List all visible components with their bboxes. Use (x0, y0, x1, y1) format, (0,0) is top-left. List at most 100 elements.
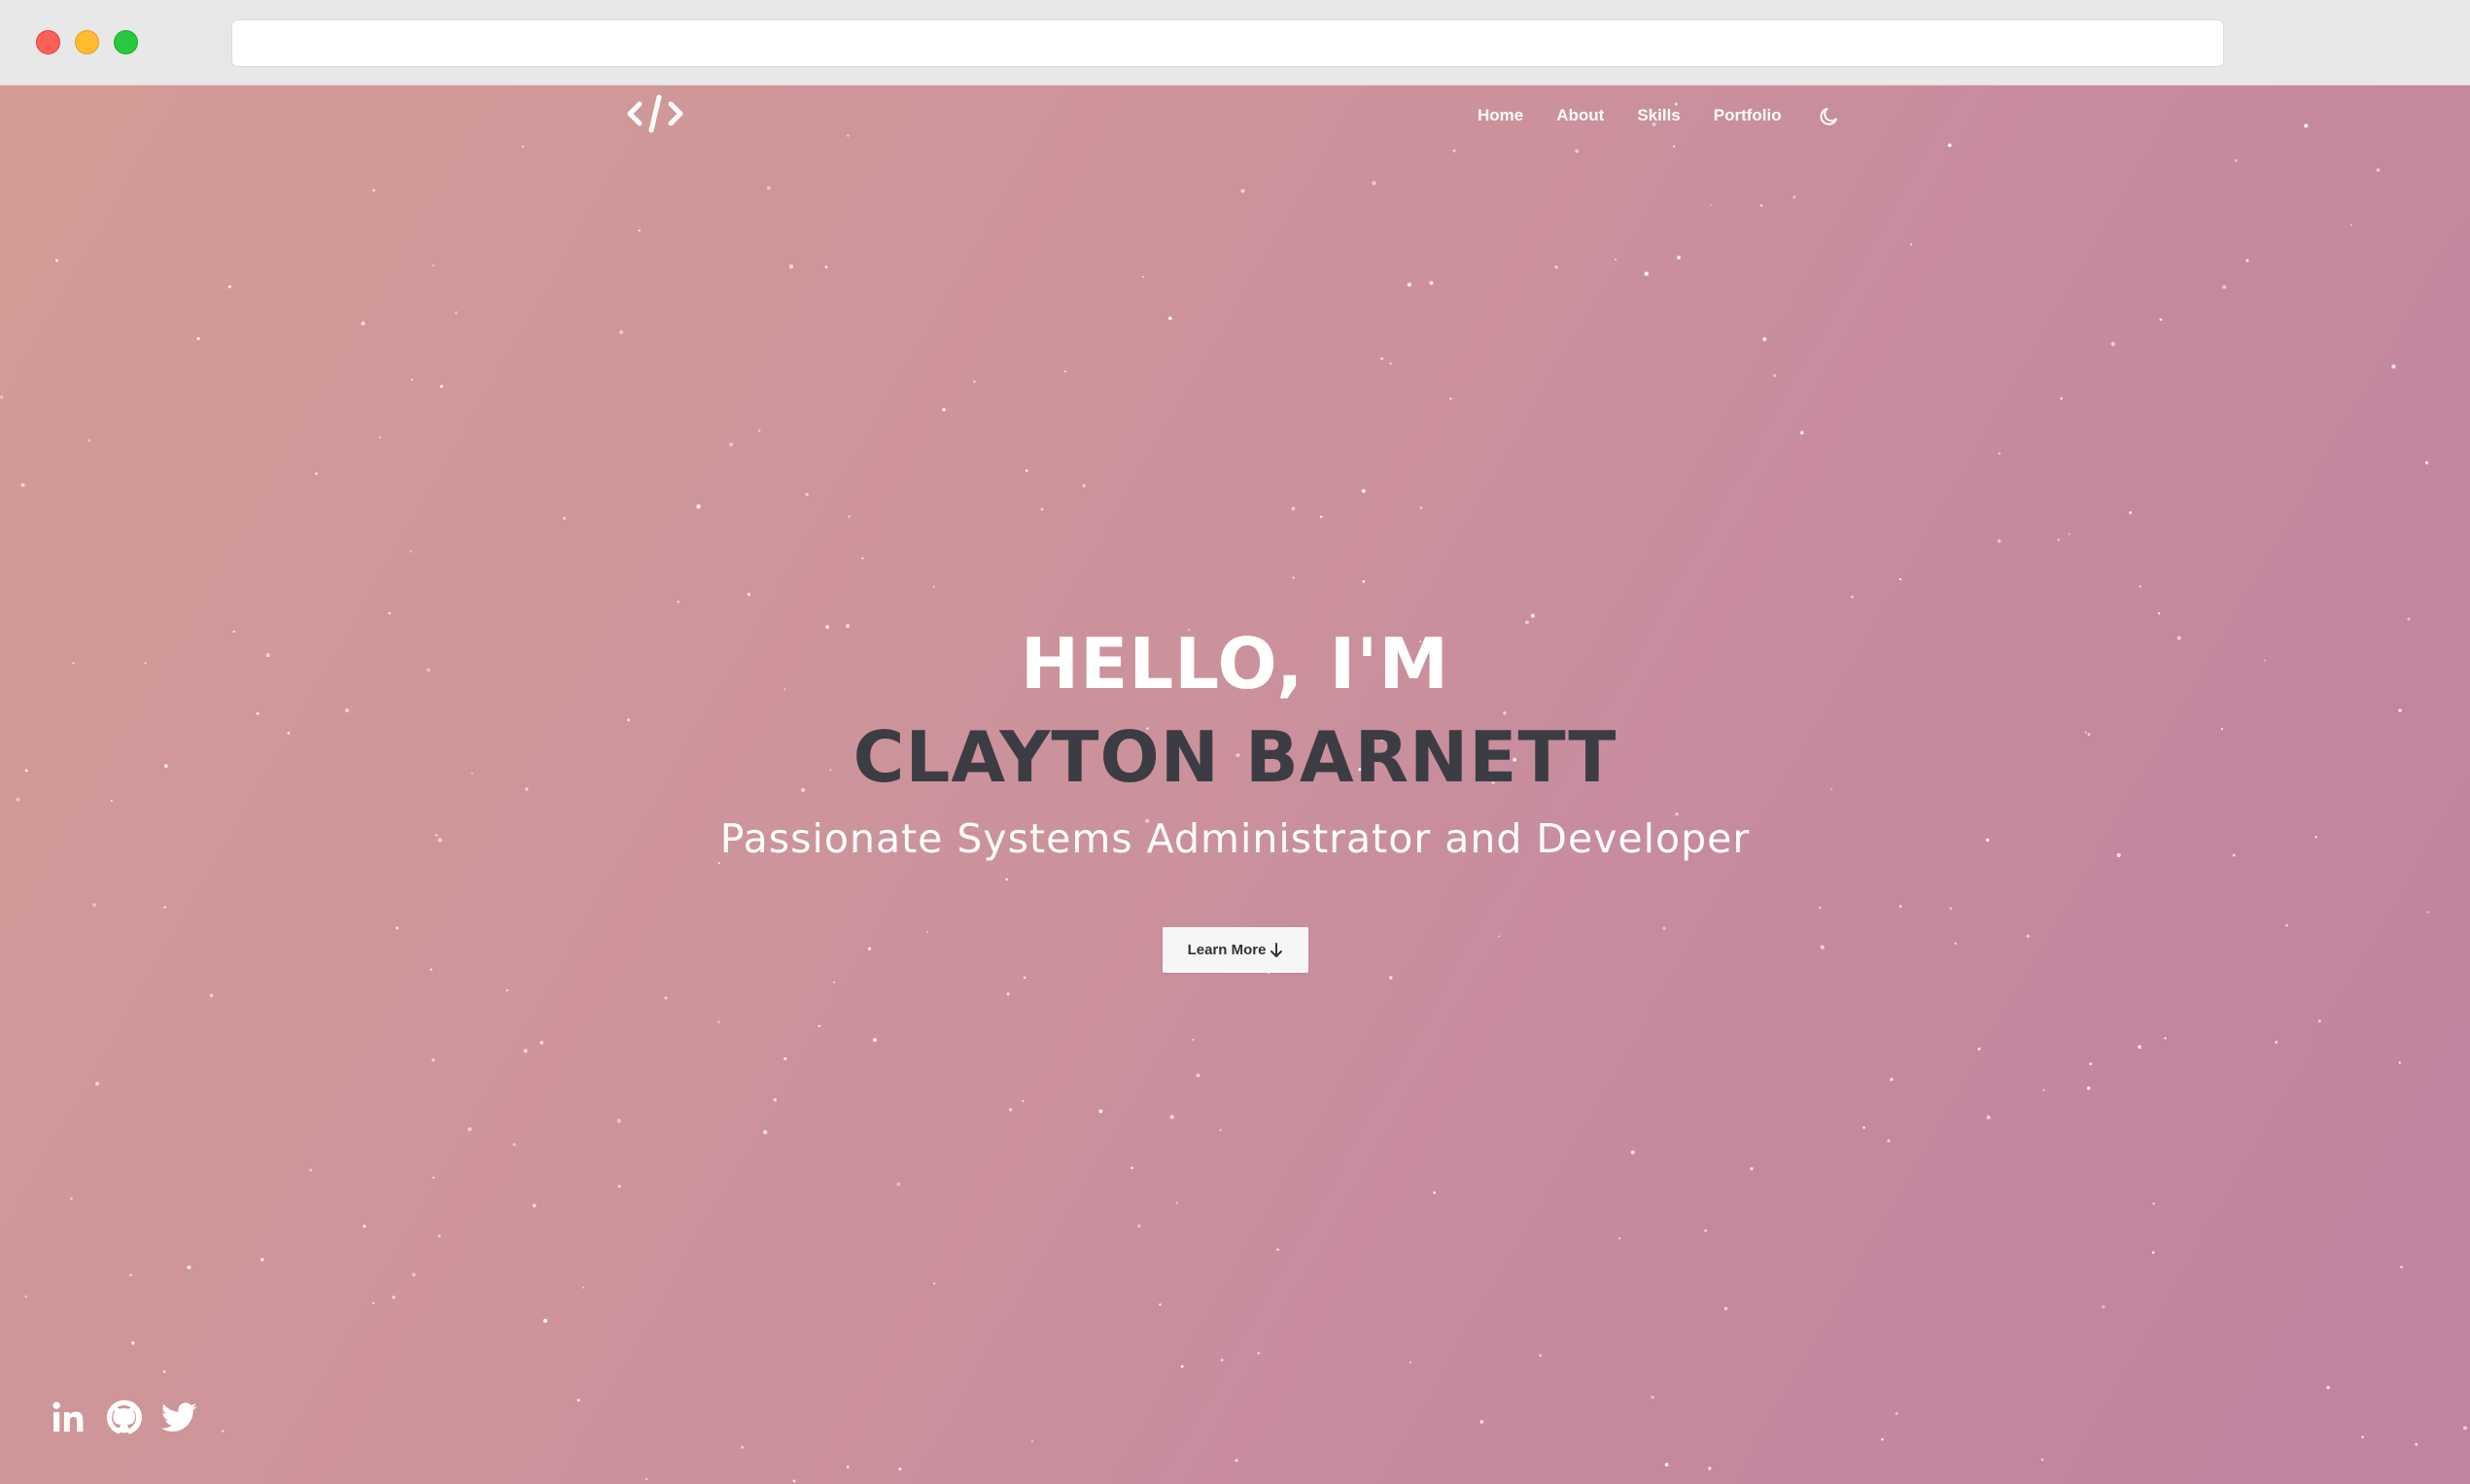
star-particle (1419, 506, 1423, 509)
star-particle (409, 550, 412, 553)
close-window-button[interactable] (36, 30, 60, 54)
star-particle (2057, 538, 2060, 541)
social-links (51, 1399, 197, 1435)
star-particle (396, 926, 400, 930)
learn-more-label: Learn More (1187, 942, 1267, 958)
star-particle (824, 265, 828, 269)
moon-icon[interactable] (1817, 105, 1840, 128)
star-particle (222, 1430, 225, 1432)
star-particle (1180, 1364, 1184, 1368)
star-particle (942, 407, 946, 412)
nav-link-about[interactable]: About (1556, 106, 1604, 125)
code-brackets-icon[interactable] (626, 91, 684, 136)
github-icon[interactable] (106, 1399, 142, 1435)
star-particle (2326, 1386, 2330, 1390)
star-particle (763, 1129, 768, 1135)
star-particle (187, 1265, 191, 1270)
star-particle (1141, 275, 1145, 278)
star-particle (521, 145, 524, 148)
hero-section: Home About Skills Portfolio HELLO, I'M C… (0, 86, 2470, 1484)
star-particle (1175, 1201, 1178, 1205)
star-particle (576, 1398, 580, 1402)
star-particle (392, 1295, 396, 1299)
star-particle (1851, 595, 1854, 599)
star-particle (1910, 243, 1913, 246)
star-particle (345, 708, 349, 712)
star-particle (848, 515, 851, 518)
address-bar[interactable] (231, 19, 2224, 67)
star-particle (1750, 1167, 1754, 1171)
star-particle (1644, 271, 1649, 276)
star-particle (55, 259, 58, 262)
star-particle (1708, 1467, 1712, 1470)
star-particle (619, 329, 624, 334)
star-particle (2376, 168, 2381, 172)
star-particle (563, 516, 567, 520)
star-particle (2159, 318, 2163, 322)
star-particle (227, 285, 231, 289)
star-particle (1196, 1073, 1200, 1078)
star-particle (773, 1098, 777, 1102)
star-particle (542, 1319, 548, 1324)
star-particle (747, 592, 751, 597)
nav-link-skills[interactable]: Skills (1637, 106, 1680, 125)
star-particle (2139, 585, 2141, 588)
star-particle (1881, 1437, 1884, 1441)
browser-chrome (0, 0, 2470, 86)
star-particle (209, 993, 214, 997)
star-particle (896, 1182, 901, 1187)
star-particle (645, 1477, 648, 1480)
star-particle (867, 947, 872, 950)
star-particle (1452, 149, 1456, 153)
star-particle (1862, 1125, 1865, 1129)
star-particle (1677, 256, 1681, 259)
star-particle (2110, 341, 2115, 347)
star-particle (1429, 281, 1434, 286)
star-particle (129, 1273, 132, 1277)
star-particle (1530, 613, 1535, 618)
star-particle (696, 504, 701, 509)
star-particle (468, 1126, 472, 1131)
star-particle (2398, 708, 2402, 712)
star-particle (1361, 489, 1366, 494)
star-particle (818, 1024, 820, 1028)
star-particle (2400, 1265, 2403, 1269)
star-particle (372, 1301, 375, 1304)
hero-greeting: HELLO, I'M (1020, 623, 1450, 705)
twitter-icon[interactable] (161, 1399, 197, 1435)
star-particle (20, 483, 25, 487)
star-particle (898, 1467, 902, 1471)
star-particle (833, 981, 836, 984)
star-particle (2234, 158, 2238, 162)
star-particle (1362, 579, 1366, 583)
learn-more-button[interactable]: Learn More (1163, 927, 1308, 973)
star-particle (616, 1119, 621, 1123)
star-particle (92, 903, 96, 907)
star-particle (1030, 1440, 1033, 1443)
star-particle (664, 996, 668, 1000)
star-particle (1023, 976, 1026, 980)
star-particle (1219, 1128, 1222, 1132)
star-particle (1710, 203, 1713, 206)
star-particle (2068, 533, 2070, 535)
star-particle (2285, 923, 2289, 927)
nav-link-home[interactable]: Home (1478, 106, 1523, 125)
maximize-window-button[interactable] (114, 30, 138, 54)
star-particle (2102, 1305, 2105, 1309)
star-particle (2040, 1458, 2044, 1462)
star-particle (847, 134, 850, 137)
star-particle (861, 557, 864, 560)
minimize-window-button[interactable] (75, 30, 99, 54)
star-particle (1723, 1306, 1728, 1311)
star-particle (1025, 468, 1028, 472)
star-particle (1615, 258, 1617, 260)
star-particle (1947, 143, 1952, 148)
star-particle (2152, 1202, 2155, 1205)
star-particle (309, 1168, 313, 1172)
linkedin-icon[interactable] (51, 1399, 87, 1435)
star-particle (1820, 945, 1825, 949)
star-particle (1664, 1463, 1669, 1467)
star-particle (1575, 149, 1580, 154)
star-particle (2415, 1442, 2418, 1446)
nav-link-portfolio[interactable]: Portfolio (1714, 106, 1782, 125)
